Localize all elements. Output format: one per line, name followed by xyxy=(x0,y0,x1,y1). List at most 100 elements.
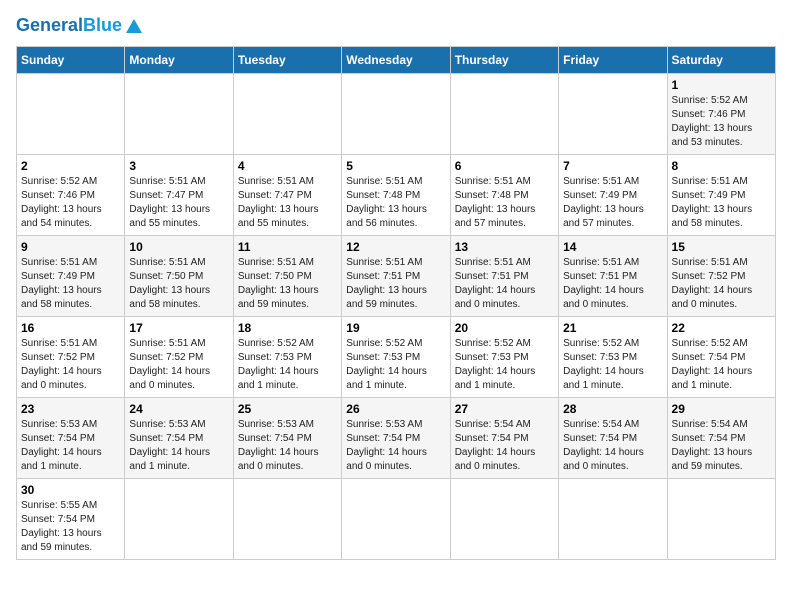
day-number: 19 xyxy=(346,321,445,335)
calendar-week-row: 1Sunrise: 5:52 AM Sunset: 7:46 PM Daylig… xyxy=(17,73,776,154)
day-number: 17 xyxy=(129,321,228,335)
calendar-cell: 2Sunrise: 5:52 AM Sunset: 7:46 PM Daylig… xyxy=(17,154,125,235)
calendar-cell: 21Sunrise: 5:52 AM Sunset: 7:53 PM Dayli… xyxy=(559,316,667,397)
weekday-monday: Monday xyxy=(125,46,233,73)
day-info: Sunrise: 5:51 AM Sunset: 7:47 PM Dayligh… xyxy=(129,175,228,231)
day-info: Sunrise: 5:51 AM Sunset: 7:47 PM Dayligh… xyxy=(238,175,337,231)
calendar-cell: 10 Sunrise: 5:51 AM Sunset: 7:50 PM Dayli… xyxy=(125,235,233,316)
calendar-cell: 15 Sunrise: 5:51 AM Sunset: 7:52 PM Dayli… xyxy=(667,235,775,316)
day-info: Sunrise: 5:53 AM Sunset: 7:54 PM Dayligh… xyxy=(238,418,337,474)
calendar-cell xyxy=(559,478,667,559)
logo: GeneralBlue xyxy=(16,16,142,36)
day-info: Sunrise: 5:52 AM Sunset: 7:53 PM Dayligh… xyxy=(238,337,337,393)
day-info: Sunrise: 5:51 AM Sunset: 7:48 PM Dayligh… xyxy=(455,175,554,231)
day-info: Sunrise: 5:51 AM Sunset: 7:49 PM Dayligh… xyxy=(563,175,662,231)
day-number: 24 xyxy=(129,402,228,416)
day-number: 8 xyxy=(672,159,771,173)
day-number: 27 xyxy=(455,402,554,416)
day-number: 18 xyxy=(238,321,337,335)
day-info: Sunrise: 5:53 AM Sunset: 7:54 PM Dayligh… xyxy=(129,418,228,474)
day-number: 22 xyxy=(672,321,771,335)
calendar-cell: 16 Sunrise: 5:51 AM Sunset: 7:52 PM Dayli… xyxy=(17,316,125,397)
calendar-cell xyxy=(125,478,233,559)
day-info: Sunrise: 5:52 AM Sunset: 7:53 PM Dayligh… xyxy=(346,337,445,393)
day-number: 23 xyxy=(21,402,120,416)
calendar-cell: 7Sunrise: 5:51 AM Sunset: 7:49 PM Daylig… xyxy=(559,154,667,235)
calendar-week-row: 2Sunrise: 5:52 AM Sunset: 7:46 PM Daylig… xyxy=(17,154,776,235)
day-info: Sunrise: 5:52 AM Sunset: 7:53 PM Dayligh… xyxy=(455,337,554,393)
weekday-thursday: Thursday xyxy=(450,46,558,73)
logo-triangle-icon xyxy=(126,19,142,33)
day-info: Sunrise: 5:51 AM Sunset: 7:51 PM Dayligh… xyxy=(455,256,554,312)
day-info: Sunrise: 5:51 AM Sunset: 7:51 PM Dayligh… xyxy=(346,256,445,312)
calendar-week-row: 16 Sunrise: 5:51 AM Sunset: 7:52 PM Dayli… xyxy=(17,316,776,397)
day-info: Sunrise: 5:51 AM Sunset: 7:49 PM Dayligh… xyxy=(672,175,771,231)
weekday-tuesday: Tuesday xyxy=(233,46,341,73)
calendar-cell xyxy=(342,478,450,559)
weekday-wednesday: Wednesday xyxy=(342,46,450,73)
calendar-week-row: 9 Sunrise: 5:51 AM Sunset: 7:49 PM Daylig… xyxy=(17,235,776,316)
calendar-cell: 5Sunrise: 5:51 AM Sunset: 7:48 PM Daylig… xyxy=(342,154,450,235)
day-number: 6 xyxy=(455,159,554,173)
day-number: 11 xyxy=(238,240,337,254)
calendar-cell: 14 Sunrise: 5:51 AM Sunset: 7:51 PM Dayli… xyxy=(559,235,667,316)
day-number: 25 xyxy=(238,402,337,416)
day-info: Sunrise: 5:52 AM Sunset: 7:46 PM Dayligh… xyxy=(21,175,120,231)
calendar-cell: 17 Sunrise: 5:51 AM Sunset: 7:52 PM Dayli… xyxy=(125,316,233,397)
day-info: Sunrise: 5:51 AM Sunset: 7:52 PM Dayligh… xyxy=(672,256,771,312)
calendar-cell: 4 Sunrise: 5:51 AM Sunset: 7:47 PM Daylig… xyxy=(233,154,341,235)
day-info: Sunrise: 5:51 AM Sunset: 7:50 PM Dayligh… xyxy=(238,256,337,312)
calendar-cell: 18 Sunrise: 5:52 AM Sunset: 7:53 PM Dayli… xyxy=(233,316,341,397)
calendar-cell: 9 Sunrise: 5:51 AM Sunset: 7:49 PM Daylig… xyxy=(17,235,125,316)
day-number: 28 xyxy=(563,402,662,416)
calendar-week-row: 30Sunrise: 5:55 AM Sunset: 7:54 PM Dayli… xyxy=(17,478,776,559)
day-number: 29 xyxy=(672,402,771,416)
calendar-cell: 24 Sunrise: 5:53 AM Sunset: 7:54 PM Dayli… xyxy=(125,397,233,478)
day-info: Sunrise: 5:54 AM Sunset: 7:54 PM Dayligh… xyxy=(563,418,662,474)
calendar-cell: 6 Sunrise: 5:51 AM Sunset: 7:48 PM Daylig… xyxy=(450,154,558,235)
day-info: Sunrise: 5:51 AM Sunset: 7:52 PM Dayligh… xyxy=(21,337,120,393)
day-number: 4 xyxy=(238,159,337,173)
day-number: 3 xyxy=(129,159,228,173)
day-info: Sunrise: 5:52 AM Sunset: 7:53 PM Dayligh… xyxy=(563,337,662,393)
calendar-cell xyxy=(450,478,558,559)
calendar-cell: 22 Sunrise: 5:52 AM Sunset: 7:54 PM Dayli… xyxy=(667,316,775,397)
day-number: 16 xyxy=(21,321,120,335)
day-info: Sunrise: 5:51 AM Sunset: 7:49 PM Dayligh… xyxy=(21,256,120,312)
day-number: 10 xyxy=(129,240,228,254)
day-number: 15 xyxy=(672,240,771,254)
page-header: GeneralBlue xyxy=(16,16,776,36)
day-info: Sunrise: 5:51 AM Sunset: 7:50 PM Dayligh… xyxy=(129,256,228,312)
calendar-body: 1Sunrise: 5:52 AM Sunset: 7:46 PM Daylig… xyxy=(17,73,776,559)
calendar-cell: 13Sunrise: 5:51 AM Sunset: 7:51 PM Dayli… xyxy=(450,235,558,316)
calendar-cell xyxy=(233,73,341,154)
day-number: 20 xyxy=(455,321,554,335)
day-number: 9 xyxy=(21,240,120,254)
calendar-week-row: 23 Sunrise: 5:53 AM Sunset: 7:54 PM Dayli… xyxy=(17,397,776,478)
calendar-cell: 27 Sunrise: 5:54 AM Sunset: 7:54 PM Dayli… xyxy=(450,397,558,478)
weekday-sunday: Sunday xyxy=(17,46,125,73)
day-info: Sunrise: 5:51 AM Sunset: 7:51 PM Dayligh… xyxy=(563,256,662,312)
day-info: Sunrise: 5:52 AM Sunset: 7:54 PM Dayligh… xyxy=(672,337,771,393)
calendar-cell xyxy=(450,73,558,154)
calendar-cell xyxy=(667,478,775,559)
calendar-cell xyxy=(233,478,341,559)
day-number: 26 xyxy=(346,402,445,416)
day-number: 30 xyxy=(21,483,120,497)
calendar-cell: 26 Sunrise: 5:53 AM Sunset: 7:54 PM Dayli… xyxy=(342,397,450,478)
day-number: 12 xyxy=(346,240,445,254)
calendar-cell: 3 Sunrise: 5:51 AM Sunset: 7:47 PM Daylig… xyxy=(125,154,233,235)
calendar-cell xyxy=(125,73,233,154)
day-info: Sunrise: 5:53 AM Sunset: 7:54 PM Dayligh… xyxy=(346,418,445,474)
calendar-cell: 12 Sunrise: 5:51 AM Sunset: 7:51 PM Dayli… xyxy=(342,235,450,316)
day-number: 5 xyxy=(346,159,445,173)
day-info: Sunrise: 5:54 AM Sunset: 7:54 PM Dayligh… xyxy=(672,418,771,474)
weekday-header-row: SundayMondayTuesdayWednesdayThursdayFrid… xyxy=(17,46,776,73)
weekday-saturday: Saturday xyxy=(667,46,775,73)
day-number: 14 xyxy=(563,240,662,254)
day-info: Sunrise: 5:54 AM Sunset: 7:54 PM Dayligh… xyxy=(455,418,554,474)
calendar-cell: 23Sunrise: 5:53 AM Sunset: 7:54 PM Dayli… xyxy=(17,397,125,478)
day-info: Sunrise: 5:51 AM Sunset: 7:52 PM Dayligh… xyxy=(129,337,228,393)
calendar-cell: 29 Sunrise: 5:54 AM Sunset: 7:54 PM Dayli… xyxy=(667,397,775,478)
logo-text: GeneralBlue xyxy=(16,16,122,36)
